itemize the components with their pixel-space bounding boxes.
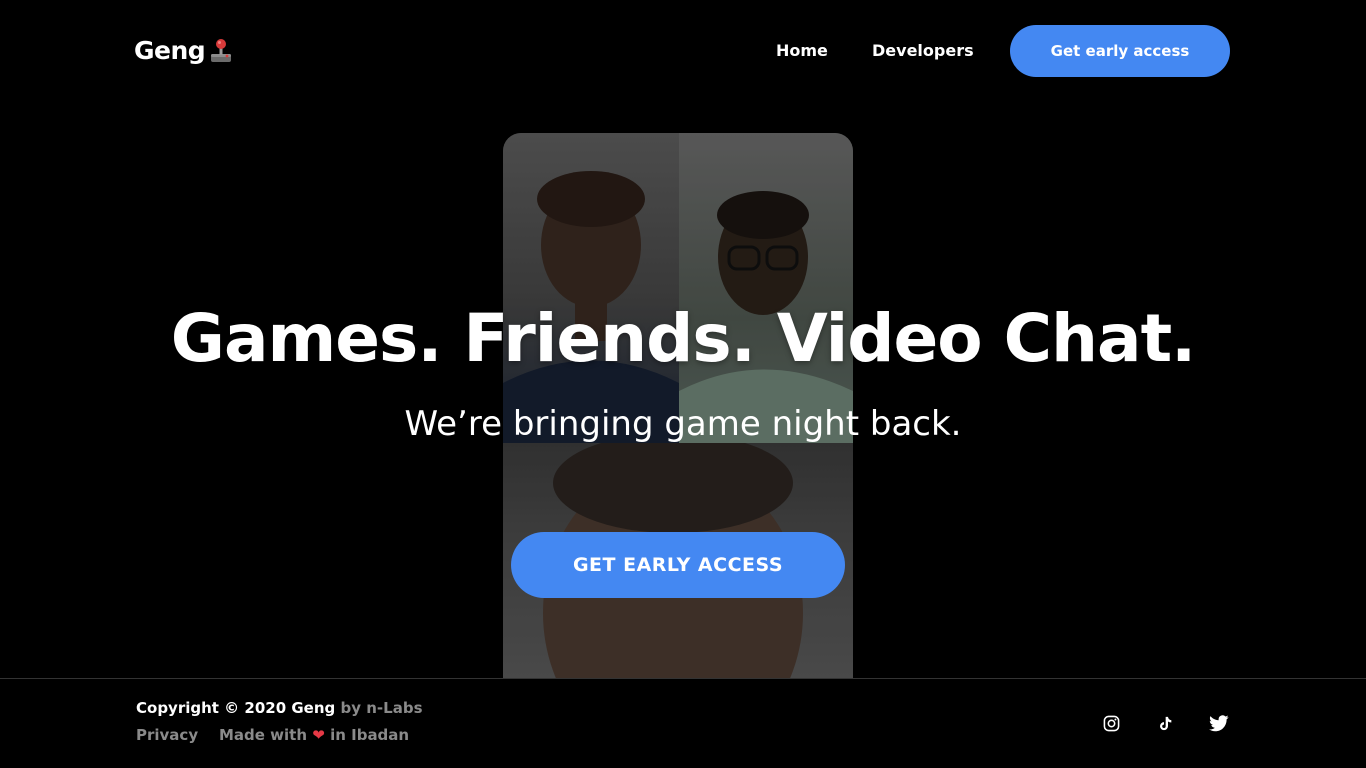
logo[interactable]: Geng	[134, 36, 233, 65]
made-prefix: Made with	[219, 726, 308, 744]
video-tile-person-1	[503, 133, 679, 443]
footer: Copyright © 2020 Geng by n-Labs Privacy …	[0, 678, 1366, 768]
nav-developers-link[interactable]: Developers	[872, 41, 974, 60]
hero-headline: Games. Friends. Video Chat.	[170, 300, 1196, 377]
nav-home-link[interactable]: Home	[776, 41, 828, 60]
nlabs-link[interactable]: by n-Labs	[341, 699, 423, 717]
copyright-label: Copyright © 2020 Geng	[136, 699, 336, 717]
landing-page: Geng Home Developers Get early access Ga…	[0, 0, 1366, 768]
made-suffix: in Ibadan	[330, 726, 410, 744]
header-early-access-button[interactable]: Get early access	[1010, 25, 1230, 77]
hero-early-access-button[interactable]: GET EARLY ACCESS	[511, 532, 845, 598]
logo-text: Geng	[134, 36, 206, 65]
copyright-text: Copyright © 2020 Geng by n-Labs	[136, 699, 423, 717]
made-with-text: Made with ❤ in Ibadan	[219, 726, 409, 744]
privacy-link[interactable]: Privacy	[136, 726, 198, 744]
video-tile-person-2	[679, 133, 853, 443]
heart-icon: ❤	[312, 726, 325, 744]
tiktok-icon[interactable]	[1155, 713, 1175, 733]
joystick-icon	[209, 38, 233, 64]
hero-subhead: We’re bringing game night back.	[404, 404, 962, 444]
instagram-icon[interactable]	[1101, 713, 1121, 733]
twitter-icon[interactable]	[1209, 713, 1229, 733]
